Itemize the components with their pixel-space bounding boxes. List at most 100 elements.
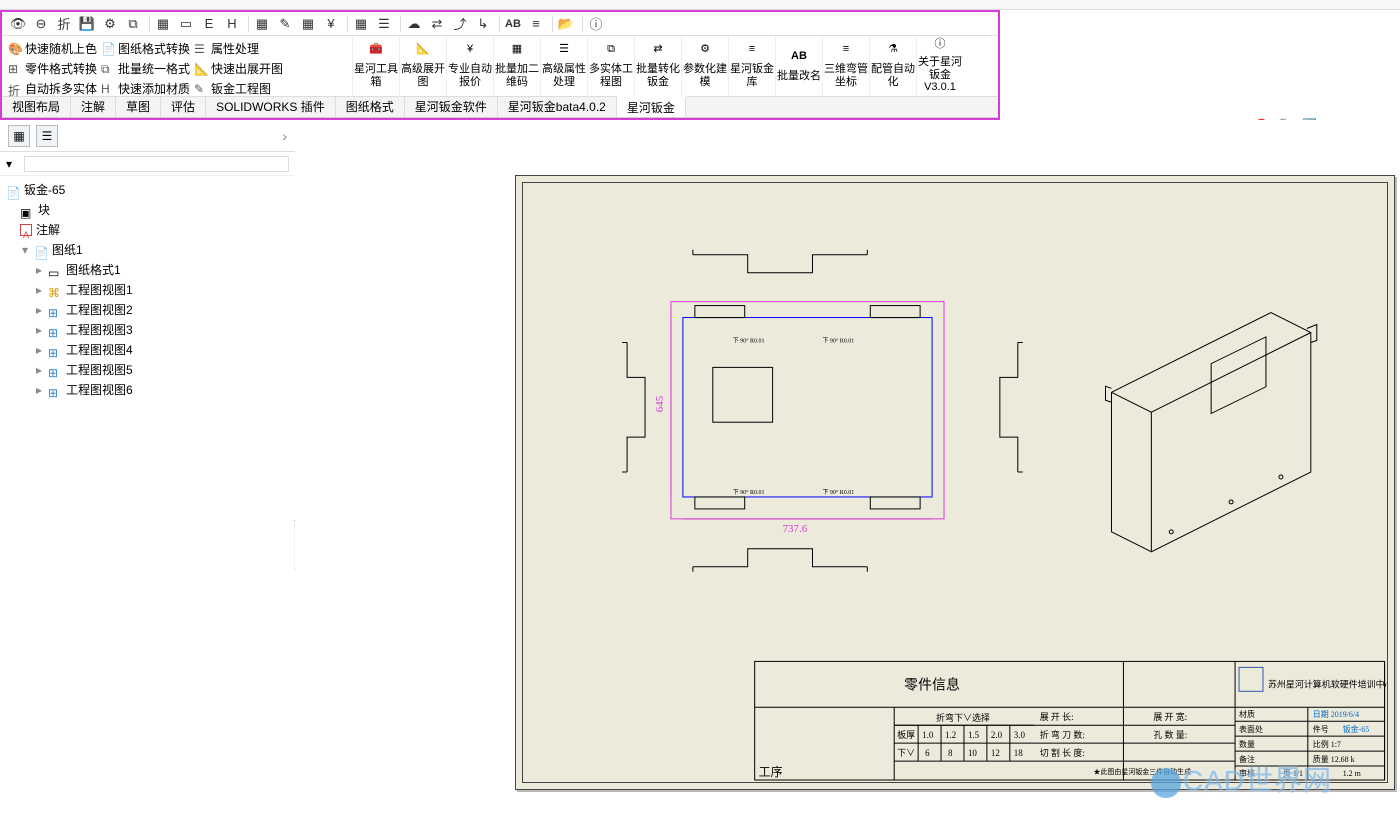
tb-sliders-icon[interactable]: ≡ bbox=[526, 14, 546, 34]
tb-list-icon[interactable]: ☰ bbox=[374, 14, 394, 34]
svg-text:18: 18 bbox=[1014, 748, 1023, 758]
filter-input[interactable] bbox=[24, 156, 289, 172]
tab-evaluate[interactable]: 评估 bbox=[161, 97, 206, 117]
tab-xh-beta[interactable]: 星河钣金bata4.0.2 bbox=[498, 97, 617, 117]
tb-box-icon[interactable]: ▭ bbox=[176, 14, 196, 34]
btn-random-color[interactable]: 🎨快速随机上色 bbox=[8, 40, 97, 57]
rbtn-multi-body[interactable]: ⧉多实体工程图 bbox=[587, 36, 634, 96]
tb-info-icon[interactable]: ⓘ bbox=[586, 14, 606, 34]
funnel-icon[interactable]: ▾ bbox=[6, 157, 20, 171]
tb-calc-icon[interactable]: ▦ bbox=[153, 14, 173, 34]
rbtn-batch-sm[interactable]: ⇄批量转化钣金 bbox=[634, 36, 681, 96]
rbtn-adv-prop[interactable]: ☰高级属性处理 bbox=[540, 36, 587, 96]
btn-part-convert[interactable]: ⊞零件格式转换 bbox=[8, 60, 97, 77]
ribbon-left-panel: 🎨快速随机上色 📄图纸格式转换 ☰属性处理 ⊞零件格式转换 ⧉批量统一格式 📐快… bbox=[2, 36, 352, 96]
tb-process-label: 工序 bbox=[759, 764, 783, 779]
tb-cloud-icon[interactable]: ☁ bbox=[404, 14, 424, 34]
btn-flat-pattern[interactable]: 📐快速出展开图 bbox=[194, 60, 283, 77]
tb-h-icon[interactable]: H bbox=[222, 14, 242, 34]
tb-sock-icon[interactable]: ⤴ bbox=[450, 14, 470, 34]
ribbon-toolbar: 🎨快速随机上色 📄图纸格式转换 ☰属性处理 ⊞零件格式转换 ⧉批量统一格式 📐快… bbox=[2, 36, 998, 96]
tb-swap-icon[interactable]: ⇄ bbox=[427, 14, 447, 34]
drawing-canvas[interactable]: 下 90° R0.01 下 90° R0.01 下 90° R0.01 下 90… bbox=[295, 120, 1400, 829]
tb-part-info-label: 零件信息 bbox=[904, 676, 960, 693]
tb-currency-icon[interactable]: ¥ bbox=[321, 14, 341, 34]
btn-sheet-convert[interactable]: 📄图纸格式转换 bbox=[101, 40, 190, 57]
rbtn-adv-unfold[interactable]: 📐高级展开图 bbox=[399, 36, 446, 96]
rbtn-sm-lib[interactable]: ≡星河钣金库 bbox=[728, 36, 775, 96]
tree-item-view2[interactable]: ▸⊞工程图视图2 bbox=[6, 300, 289, 320]
tree-item-view4[interactable]: ▸⊞工程图视图4 bbox=[6, 340, 289, 360]
tb-open-icon[interactable]: 📂 bbox=[556, 14, 576, 34]
svg-text:质量 12.68 k: 质量 12.68 k bbox=[1313, 754, 1355, 764]
svg-text:6: 6 bbox=[925, 748, 930, 758]
btn-batch-format[interactable]: ⧉批量统一格式 bbox=[101, 60, 190, 77]
tree-item-view5[interactable]: ▸⊞工程图视图5 bbox=[6, 360, 289, 380]
tb-save-icon[interactable]: 💾 bbox=[77, 14, 97, 34]
tb-star-icon[interactable]: ⧉ bbox=[123, 14, 143, 34]
tab-sheet-format[interactable]: 图纸格式 bbox=[336, 97, 405, 117]
svg-text:表面处: 表面处 bbox=[1239, 724, 1263, 734]
rbtn-param[interactable]: ⚙参数化建模 bbox=[681, 36, 728, 96]
tb-gear-icon[interactable]: ⚙ bbox=[100, 14, 120, 34]
btn-auto-split[interactable]: 折自动拆多实体 bbox=[8, 80, 97, 97]
ribbon-frame: 👁 ⊖ 折 💾 ⚙ ⧉ ▦ ▭ E H ▦ ✎ ▦ ¥ ▦ ☰ ☁ ⇄ ⤴ ↳ … bbox=[0, 10, 1000, 120]
rbtn-3d-bend[interactable]: ≡三维弯管坐标 bbox=[822, 36, 869, 96]
svg-text:下 90° R0.01: 下 90° R0.01 bbox=[733, 489, 765, 496]
tree-item-sheet1[interactable]: ▾📄图纸1 bbox=[6, 240, 289, 260]
svg-text:3.0: 3.0 bbox=[1014, 730, 1026, 740]
tab-xh-sheetmetal[interactable]: 星河钣金 bbox=[617, 96, 686, 117]
tb-e-icon[interactable]: E bbox=[199, 14, 219, 34]
title-bar bbox=[0, 0, 1400, 10]
svg-text:★此图由星河钣金三件自动生成: ★此图由星河钣金三件自动生成 bbox=[1094, 767, 1192, 776]
svg-text:折 弯 刀 数:: 折 弯 刀 数: bbox=[1040, 729, 1085, 740]
svg-text:材质: 材质 bbox=[1239, 709, 1255, 719]
tb-grid2-icon[interactable]: ▦ bbox=[298, 14, 318, 34]
svg-text:切 割 长 度:: 切 割 长 度: bbox=[1040, 747, 1085, 758]
svg-text:1.2: 1.2 bbox=[945, 730, 956, 740]
tb-bend-sel: 折弯下∨选择 bbox=[936, 712, 990, 723]
feature-tree: 📄钣金-65 ▣块 A注解 ▾📄图纸1 ▸▭图纸格式1 ▸⌘工程图视图1 ▸⊞工… bbox=[0, 176, 295, 829]
tab-sketch[interactable]: 草图 bbox=[116, 97, 161, 117]
svg-text:8: 8 bbox=[948, 748, 953, 758]
rbtn-pipe-auto[interactable]: ⚗配管自动化 bbox=[869, 36, 916, 96]
rbtn-batch-rename[interactable]: AB批量改名 bbox=[775, 36, 822, 96]
svg-text:10: 10 bbox=[968, 748, 977, 758]
svg-text:数量: 数量 bbox=[1239, 739, 1255, 749]
panel-btn-2-icon[interactable]: ☰ bbox=[36, 125, 58, 147]
svg-text:下 90° R0.01: 下 90° R0.01 bbox=[822, 337, 854, 344]
tab-view-layout[interactable]: 视图布局 bbox=[2, 97, 71, 117]
panel-expand-icon[interactable]: › bbox=[282, 128, 287, 144]
tb-edit-icon[interactable]: ✎ bbox=[275, 14, 295, 34]
tb-ab-icon[interactable]: AB bbox=[503, 14, 523, 34]
tree-item-view1[interactable]: ▸⌘工程图视图1 bbox=[6, 280, 289, 300]
btn-property[interactable]: ☰属性处理 bbox=[194, 40, 259, 57]
drawing-sheet: 下 90° R0.01 下 90° R0.01 下 90° R0.01 下 90… bbox=[515, 175, 1395, 790]
rbtn-batch-qr[interactable]: ▦批量加二维码 bbox=[493, 36, 540, 96]
tree-item-format1[interactable]: ▸▭图纸格式1 bbox=[6, 260, 289, 280]
tree-item-blocks[interactable]: ▣块 bbox=[6, 200, 289, 220]
tb-eye-icon[interactable]: 👁 bbox=[8, 14, 28, 34]
tb-grid3-icon[interactable]: ▦ bbox=[351, 14, 371, 34]
btn-add-material[interactable]: H快速添加材质 bbox=[101, 80, 190, 97]
drawing-svg: 下 90° R0.01 下 90° R0.01 下 90° R0.01 下 90… bbox=[523, 183, 1387, 782]
panel-btn-1-icon[interactable]: ▦ bbox=[8, 125, 30, 147]
tb-company: 苏州星河计算机软硬件培训中心 bbox=[1268, 678, 1387, 689]
tb-grid1-icon[interactable]: ▦ bbox=[252, 14, 272, 34]
tab-annotation[interactable]: 注解 bbox=[71, 97, 116, 117]
tb-angle-icon[interactable]: ↳ bbox=[473, 14, 493, 34]
tab-sw-addins[interactable]: SOLIDWORKS 插件 bbox=[206, 97, 336, 117]
tree-item-view3[interactable]: ▸⊞工程图视图3 bbox=[6, 320, 289, 340]
rbtn-about[interactable]: ⓘ关于星河钣金V3.0.1 bbox=[916, 36, 963, 96]
btn-sheetmetal-dwg[interactable]: ✎钣金工程图 bbox=[194, 80, 271, 97]
rbtn-toolbox[interactable]: 🧰星河工具箱 bbox=[352, 36, 399, 96]
tree-item-view6[interactable]: ▸⊞工程图视图6 bbox=[6, 380, 289, 400]
tree-item-annotations[interactable]: A注解 bbox=[6, 220, 289, 240]
tree-root[interactable]: 📄钣金-65 bbox=[6, 180, 289, 200]
svg-text:钣金-65: 钣金-65 bbox=[1343, 724, 1370, 734]
rbtn-auto-quote[interactable]: ¥专业自动报价 bbox=[446, 36, 493, 96]
tb-fold-icon[interactable]: 折 bbox=[54, 14, 74, 34]
workspace: ▦ ☰ › ▾ 📄钣金-65 ▣块 A注解 ▾📄图纸1 ▸▭图纸格式1 ▸⌘工程… bbox=[0, 120, 1400, 829]
tab-xh-software[interactable]: 星河钣金软件 bbox=[405, 97, 498, 117]
tb-circle-icon[interactable]: ⊖ bbox=[31, 14, 51, 34]
